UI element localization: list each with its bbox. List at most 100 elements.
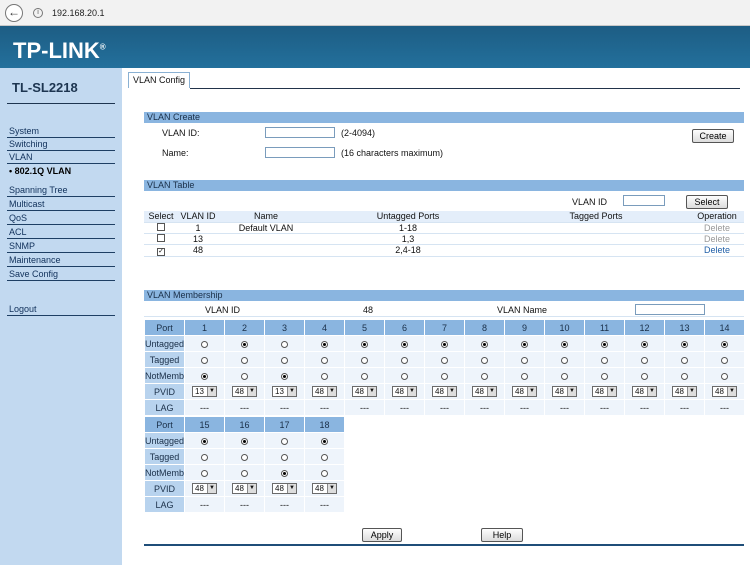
tab-vlan-config[interactable]: VLAN Config <box>128 72 190 88</box>
membership-vlan-name-input[interactable] <box>635 304 705 315</box>
tagged-radio[interactable] <box>481 356 488 364</box>
tagged-radio[interactable] <box>401 356 408 364</box>
pvid-select[interactable]: 48 <box>272 483 297 495</box>
untagged-radio[interactable] <box>601 340 608 348</box>
notmember-radio[interactable] <box>281 372 288 380</box>
nav-acl[interactable]: ACL <box>7 227 115 239</box>
nav-maintenance[interactable]: Maintenance <box>7 255 115 267</box>
pvid-select[interactable]: 48 <box>392 386 417 398</box>
notmember-radio[interactable] <box>401 372 408 380</box>
notmember-radio[interactable] <box>681 372 688 380</box>
pvid-select[interactable]: 48 <box>432 386 457 398</box>
create-button[interactable]: Create <box>692 129 734 143</box>
nav-save-config[interactable]: Save Config <box>7 269 115 281</box>
tagged-radio[interactable] <box>201 453 208 461</box>
pvid-select[interactable]: 48 <box>192 483 217 495</box>
untagged-radio[interactable] <box>521 340 528 348</box>
help-button[interactable]: Help <box>481 528 523 542</box>
tagged-radio[interactable] <box>641 356 648 364</box>
untagged-radio[interactable] <box>641 340 648 348</box>
untagged-radio[interactable] <box>281 437 288 445</box>
tagged-radio[interactable] <box>561 356 568 364</box>
row-checkbox[interactable]: ✓ <box>157 247 165 255</box>
pvid-select[interactable]: 13 <box>272 386 297 398</box>
untagged-radio[interactable] <box>321 340 328 348</box>
nav-logout[interactable]: Logout <box>7 304 115 316</box>
pvid-select[interactable]: 48 <box>512 386 537 398</box>
notmember-radio[interactable] <box>481 372 488 380</box>
untagged-radio[interactable] <box>361 340 368 348</box>
pvid-select[interactable]: 48 <box>672 386 697 398</box>
url-text[interactable]: 192.168.20.1 <box>52 8 105 18</box>
nav-qos[interactable]: QoS <box>7 213 115 225</box>
untagged-radio[interactable] <box>561 340 568 348</box>
notmember-radio[interactable] <box>521 372 528 380</box>
nav-switching[interactable]: Switching <box>7 139 115 151</box>
untagged-radio[interactable] <box>401 340 408 348</box>
tagged-radio[interactable] <box>521 356 528 364</box>
notmember-radio[interactable] <box>241 372 248 380</box>
nav-multicast[interactable]: Multicast <box>7 199 115 211</box>
pvid-select[interactable]: 48 <box>352 386 377 398</box>
notmember-radio[interactable] <box>321 469 328 477</box>
tagged-radio[interactable] <box>721 356 728 364</box>
delete-link[interactable]: Delete <box>704 234 730 244</box>
name-input[interactable] <box>265 147 335 158</box>
notmember-radio[interactable] <box>561 372 568 380</box>
untagged-radio[interactable] <box>241 340 248 348</box>
notmember-radio[interactable] <box>241 469 248 477</box>
vlan-search-input[interactable] <box>623 195 665 206</box>
tagged-radio[interactable] <box>241 453 248 461</box>
notmember-radio[interactable] <box>441 372 448 380</box>
tagged-radio[interactable] <box>201 356 208 364</box>
nav-spanning-tree[interactable]: Spanning Tree <box>7 185 115 197</box>
pvid-select[interactable]: 48 <box>232 483 257 495</box>
back-arrow-icon[interactable]: ← <box>5 4 23 22</box>
notmember-radio[interactable] <box>281 469 288 477</box>
nav-system[interactable]: System <box>7 126 115 138</box>
row-checkbox[interactable] <box>157 222 165 231</box>
nav-vlan[interactable]: VLAN <box>7 152 115 164</box>
vlan-id-input[interactable] <box>265 127 335 138</box>
nav-8021q-vlan[interactable]: • 802.1Q VLAN <box>7 166 115 178</box>
tagged-radio[interactable] <box>361 356 368 364</box>
tagged-radio[interactable] <box>321 356 328 364</box>
pvid-select[interactable]: 48 <box>312 386 337 398</box>
untagged-radio[interactable] <box>241 437 248 445</box>
pvid-select[interactable]: 13 <box>192 386 217 398</box>
pvid-select[interactable]: 48 <box>232 386 257 398</box>
tagged-radio[interactable] <box>441 356 448 364</box>
notmember-radio[interactable] <box>641 372 648 380</box>
info-icon[interactable]: i <box>33 8 43 18</box>
pvid-select[interactable]: 48 <box>592 386 617 398</box>
untagged-radio[interactable] <box>321 437 328 445</box>
pvid-select[interactable]: 48 <box>712 386 737 398</box>
tagged-radio[interactable] <box>241 356 248 364</box>
pvid-select[interactable]: 48 <box>472 386 497 398</box>
delete-link[interactable]: Delete <box>704 245 730 255</box>
tagged-radio[interactable] <box>601 356 608 364</box>
nav-snmp[interactable]: SNMP <box>7 241 115 253</box>
untagged-radio[interactable] <box>281 340 288 348</box>
tagged-radio[interactable] <box>681 356 688 364</box>
notmember-radio[interactable] <box>721 372 728 380</box>
tagged-radio[interactable] <box>321 453 328 461</box>
untagged-radio[interactable] <box>201 340 208 348</box>
row-checkbox[interactable] <box>157 233 165 242</box>
select-button[interactable]: Select <box>686 195 728 209</box>
pvid-select[interactable]: 48 <box>312 483 337 495</box>
notmember-radio[interactable] <box>601 372 608 380</box>
untagged-radio[interactable] <box>441 340 448 348</box>
apply-button[interactable]: Apply <box>362 528 402 542</box>
pvid-select[interactable]: 48 <box>552 386 577 398</box>
delete-link[interactable]: Delete <box>704 223 730 233</box>
notmember-radio[interactable] <box>361 372 368 380</box>
pvid-select[interactable]: 48 <box>632 386 657 398</box>
untagged-radio[interactable] <box>481 340 488 348</box>
tagged-radio[interactable] <box>281 453 288 461</box>
untagged-radio[interactable] <box>201 437 208 445</box>
tagged-radio[interactable] <box>281 356 288 364</box>
notmember-radio[interactable] <box>201 372 208 380</box>
untagged-radio[interactable] <box>681 340 688 348</box>
untagged-radio[interactable] <box>721 340 728 348</box>
